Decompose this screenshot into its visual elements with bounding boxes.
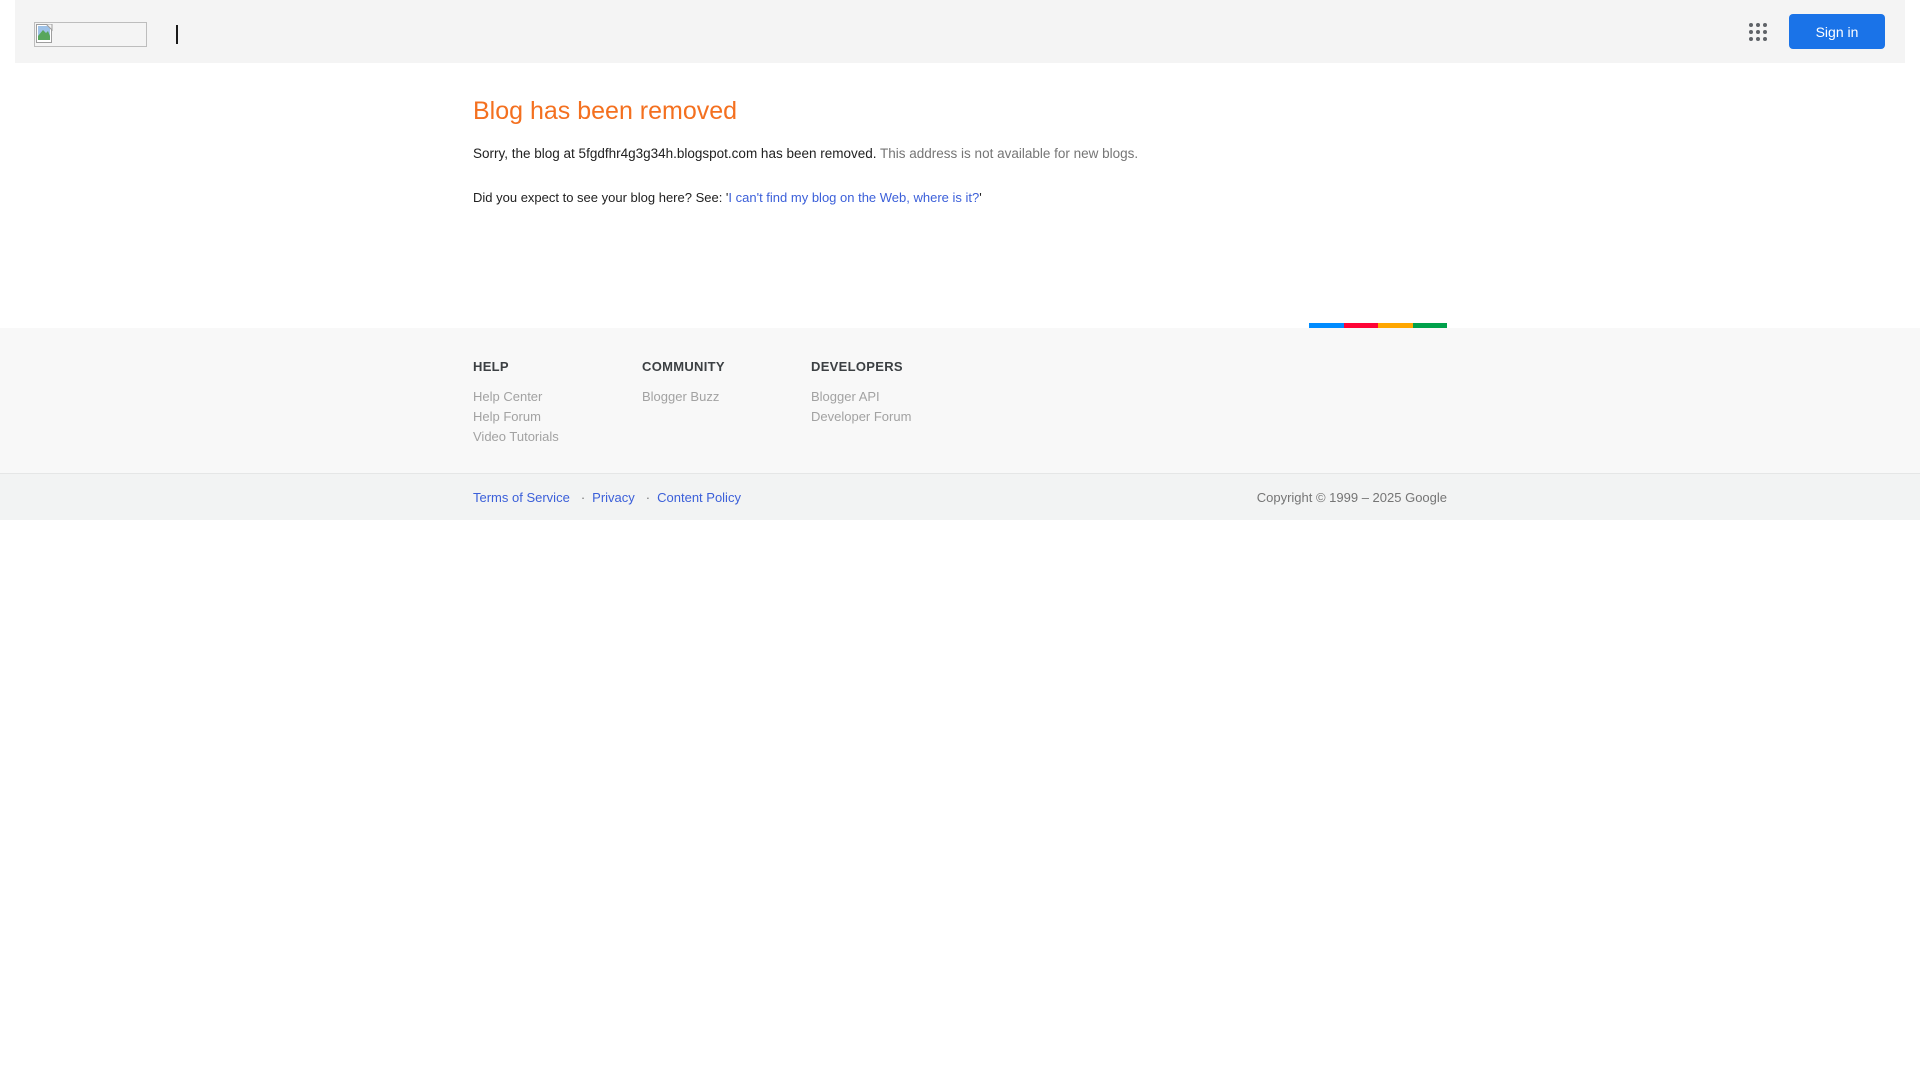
broken-image-icon — [36, 24, 54, 44]
terms-of-service-link[interactable]: Terms of Service — [473, 490, 570, 505]
footer-link-video-tutorials[interactable]: Video Tutorials — [473, 427, 642, 447]
footer-column-help: HELP Help Center Help Forum Video Tutori… — [473, 328, 642, 473]
removal-message-secondary: This address is not available for new bl… — [877, 146, 1139, 161]
footer-legal-bar: Terms of Service · Privacy · Content Pol… — [0, 473, 1920, 520]
cant-find-blog-link[interactable]: I can't find my blog on the Web, where i… — [728, 190, 979, 205]
top-bar: Sign in — [15, 0, 1905, 63]
footer-column-developers: DEVELOPERS Blogger API Developer Forum — [811, 328, 980, 473]
privacy-link[interactable]: Privacy — [592, 490, 635, 505]
footer-column-title: COMMUNITY — [642, 359, 811, 374]
expect-suffix: ' — [979, 190, 981, 205]
removal-message-primary: Sorry, the blog at 5fgdfhr4g3g34h.blogsp… — [473, 146, 877, 161]
content-policy-link[interactable]: Content Policy — [657, 490, 741, 505]
header-actions: Sign in — [1749, 0, 1885, 63]
google-apps-icon[interactable] — [1749, 23, 1767, 41]
footer-link-help-center[interactable]: Help Center — [473, 387, 642, 407]
page-title: Blog has been removed — [473, 63, 1447, 126]
main-content: Blog has been removed Sorry, the blog at… — [0, 63, 1920, 328]
footer-column-title: DEVELOPERS — [811, 359, 980, 374]
footer-link-developer-forum[interactable]: Developer Forum — [811, 407, 980, 427]
legal-links: Terms of Service · Privacy · Content Pol… — [473, 490, 741, 505]
expect-message: Did you expect to see your blog here? Se… — [473, 190, 1447, 206]
expect-prefix: Did you expect to see your blog here? Se… — [473, 190, 728, 205]
text-cursor — [176, 25, 178, 44]
dot-separator: · — [646, 490, 650, 505]
dot-separator: · — [581, 490, 585, 505]
sign-in-button[interactable]: Sign in — [1789, 14, 1885, 49]
footer-link-blogger-api[interactable]: Blogger API — [811, 387, 980, 407]
removal-message: Sorry, the blog at 5fgdfhr4g3g34h.blogsp… — [473, 146, 1447, 162]
copyright-text: Copyright © 1999 – 2025 Google — [1257, 490, 1447, 505]
blogger-logo-broken-image[interactable] — [34, 22, 147, 47]
footer-link-blogger-buzz[interactable]: Blogger Buzz — [642, 387, 811, 407]
footer-link-help-forum[interactable]: Help Forum — [473, 407, 642, 427]
footer-column-community: COMMUNITY Blogger Buzz — [642, 328, 811, 473]
footer-column-title: HELP — [473, 359, 642, 374]
footer: HELP Help Center Help Forum Video Tutori… — [0, 328, 1920, 473]
